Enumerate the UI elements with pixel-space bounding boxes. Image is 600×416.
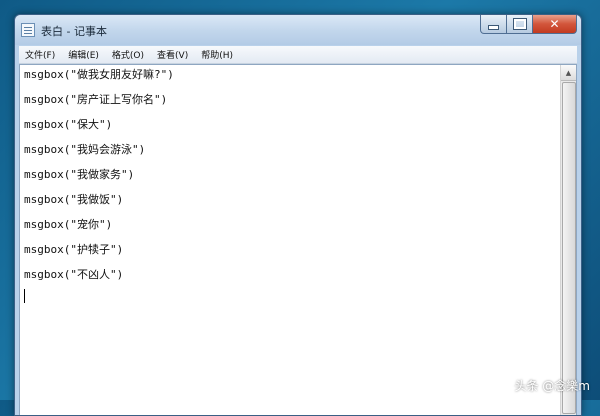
window-controls: ✕ xyxy=(480,15,577,35)
text-line: msgbox("房产证上写你名") xyxy=(24,93,168,106)
menu-edit[interactable]: 编辑(E) xyxy=(62,48,106,61)
text-line: msgbox("我做家务") xyxy=(24,168,135,181)
menu-view[interactable]: 查看(V) xyxy=(151,48,195,61)
maximize-button[interactable] xyxy=(507,15,533,34)
menu-bar: 文件(F) 编辑(E) 格式(O) 查看(V) 帮助(H) xyxy=(19,46,577,64)
menu-file[interactable]: 文件(F) xyxy=(19,48,62,61)
text-line: msgbox("我妈会游泳") xyxy=(24,143,146,156)
notepad-window: 表白 - 记事本 ✕ 文件(F) 编辑(E) 格式(O) 查看(V) 帮助(H)… xyxy=(14,14,582,416)
text-line-caret xyxy=(24,289,557,318)
maximize-icon xyxy=(512,18,527,30)
menu-format[interactable]: 格式(O) xyxy=(106,48,151,61)
scroll-up-button[interactable]: ▲ xyxy=(561,65,576,81)
text-line: msgbox("宠你") xyxy=(24,218,113,231)
arrow-up-icon: ▲ xyxy=(565,68,572,77)
text-content[interactable]: msgbox("做我女朋友好嘛?") msgbox("房产证上写你名") msg… xyxy=(20,65,561,415)
scrollbar-thumb[interactable] xyxy=(562,82,576,414)
text-line: msgbox("不凶人") xyxy=(24,268,124,281)
minimize-icon xyxy=(488,24,499,30)
notepad-icon[interactable] xyxy=(21,23,35,37)
minimize-button[interactable] xyxy=(480,15,507,34)
text-editor[interactable]: msgbox("做我女朋友好嘛?") msgbox("房产证上写你名") msg… xyxy=(19,64,577,415)
text-line: msgbox("保大") xyxy=(24,118,113,131)
menu-help[interactable]: 帮助(H) xyxy=(195,48,240,61)
close-icon: ✕ xyxy=(549,17,560,31)
close-button[interactable]: ✕ xyxy=(533,15,577,34)
vertical-scrollbar[interactable]: ▲ xyxy=(560,65,576,415)
text-line: msgbox("我做饭") xyxy=(24,193,124,206)
window-title: 表白 - 记事本 xyxy=(41,25,107,38)
watermark: 头条 @念樂m xyxy=(514,379,590,393)
text-caret xyxy=(24,289,25,303)
title-bar[interactable]: 表白 - 记事本 ✕ xyxy=(15,15,581,45)
text-line: msgbox("护犊子") xyxy=(24,243,124,256)
text-line: msgbox("做我女朋友好嘛?") xyxy=(24,68,174,81)
